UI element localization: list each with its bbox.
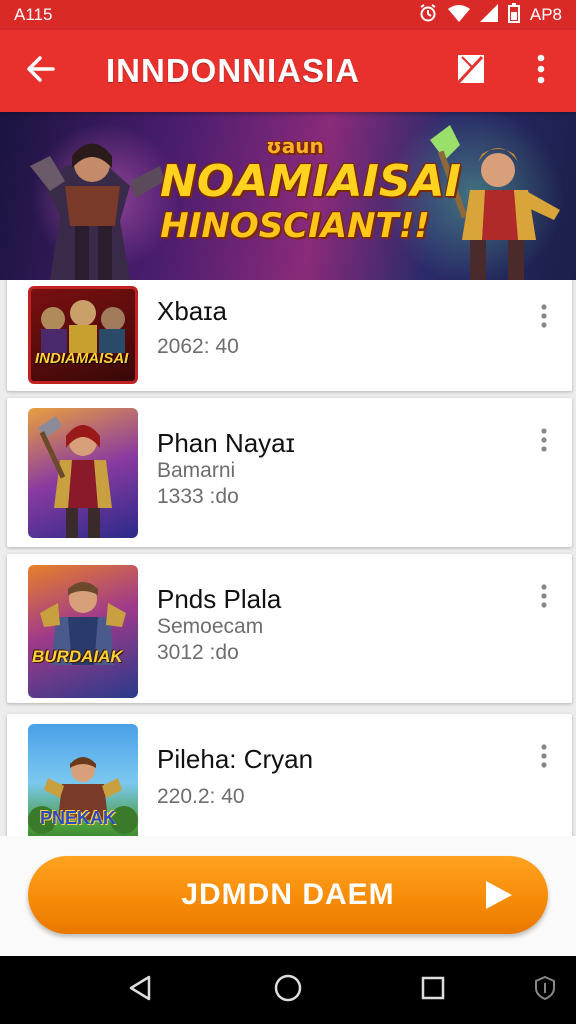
battery-icon: [507, 2, 520, 28]
game-thumbnail: BURDAIAK: [28, 565, 138, 698]
thumbnail-label: INDIAMAISAI: [35, 350, 129, 367]
status-time: A115: [14, 5, 53, 24]
banner-title-line2: HINOSCIANT!!: [160, 206, 430, 246]
bookmark-flag-icon: [456, 53, 486, 90]
item-more-button[interactable]: [532, 422, 556, 462]
list-item-meta: 2062: 40: [157, 335, 239, 358]
list-item[interactable]: INDIAMAISAI Xbaɪa 2062: 40: [7, 280, 572, 391]
game-thumbnail: INDIAMAISAI: [28, 286, 138, 384]
game-thumbnail-art: [40, 582, 126, 665]
shield-icon: [533, 975, 557, 1006]
list-item[interactable]: PNEKAK Pileha: Cryan 220.2: 40: [7, 714, 572, 836]
nav-recents-button[interactable]: [413, 970, 453, 1010]
back-arrow-icon: [25, 53, 57, 90]
list-item-text: Phan Nayaɪ Bamarni 1333 :do: [157, 428, 512, 510]
list-item-meta: 1333 :do: [157, 485, 239, 508]
nav-home-button[interactable]: [268, 970, 308, 1010]
play-arrow-icon: [484, 879, 514, 919]
page-title: INNDONNIASIA: [106, 52, 361, 89]
bottom-action-area: JDMDN DAEM: [0, 836, 576, 956]
bookmark-button[interactable]: [436, 30, 506, 112]
app-bar: INNDONNIASIA: [0, 30, 576, 112]
home-circle-icon: [273, 973, 303, 1008]
wifi-icon: [447, 4, 470, 27]
more-vert-icon: [541, 583, 547, 613]
more-vert-icon: [541, 743, 547, 773]
nav-extra-button[interactable]: [525, 970, 565, 1010]
list-item-subtitle: Bamarni: [157, 459, 236, 482]
list-item-title: Pnds Plala: [157, 584, 282, 614]
game-thumbnail: PNEKAK: [28, 724, 138, 836]
banner-title-line1: NOAMIAISAI: [160, 156, 461, 207]
list-item-text: Xbaɪa 2062: 40: [157, 296, 512, 360]
list-item-title: Pileha: Cryan: [157, 744, 314, 774]
more-options-button[interactable]: [506, 30, 576, 112]
game-list: INDIAMAISAI Xbaɪa 2062: 40 Phan Nayaɪ Ba…: [0, 280, 576, 836]
thumbnail-label: PNEKAK: [40, 808, 117, 828]
primary-cta-button[interactable]: JDMDN DAEM: [28, 856, 548, 934]
list-item-text: Pileha: Cryan 220.2: 40: [157, 744, 512, 810]
more-vert-icon: [537, 54, 545, 89]
thumbnail-label: BURDAIAK: [32, 647, 123, 666]
banner-kicker: ʊaun: [266, 134, 324, 158]
nav-back-button[interactable]: [120, 970, 160, 1010]
list-item-title: Xbaɪa: [157, 296, 227, 326]
game-thumbnail-art: [41, 300, 125, 353]
list-item[interactable]: BURDAIAK Pnds Plala Semoecam 3012 :do: [7, 554, 572, 703]
warrior-left-illustration: [30, 143, 165, 280]
back-button[interactable]: [0, 30, 82, 112]
more-vert-icon: [541, 303, 547, 333]
item-more-button[interactable]: [532, 578, 556, 618]
status-right-text: AP8: [529, 5, 562, 24]
list-item-text: Pnds Plala Semoecam 3012 :do: [157, 584, 512, 666]
banner-headline: ʊaun NOAMIAISAI HINOSCIANT!!: [160, 134, 461, 246]
more-vert-icon: [541, 427, 547, 457]
game-thumbnail: [28, 408, 138, 538]
signal-icon: [479, 3, 498, 27]
list-item-subtitle: Semoecam: [157, 615, 264, 638]
back-triangle-icon: [127, 974, 153, 1007]
list-item-meta: 220.2: 40: [157, 785, 245, 808]
recents-square-icon: [420, 975, 446, 1006]
status-bar: A115 AP8: [0, 0, 576, 30]
item-more-button[interactable]: [532, 298, 556, 338]
list-item[interactable]: Phan Nayaɪ Bamarni 1333 :do: [7, 398, 572, 547]
status-icons: AP8: [418, 2, 562, 28]
game-thumbnail-art: [38, 416, 112, 538]
list-item-meta: 3012 :do: [157, 641, 239, 664]
alarm-icon: [418, 3, 438, 28]
item-more-button[interactable]: [532, 738, 556, 778]
promo-banner[interactable]: ʊaun NOAMIAISAI HINOSCIANT!!: [0, 112, 576, 280]
cta-label: JDMDN DAEM: [181, 878, 395, 911]
system-nav-bar: [0, 956, 576, 1024]
list-item-title: Phan Nayaɪ: [157, 428, 295, 458]
